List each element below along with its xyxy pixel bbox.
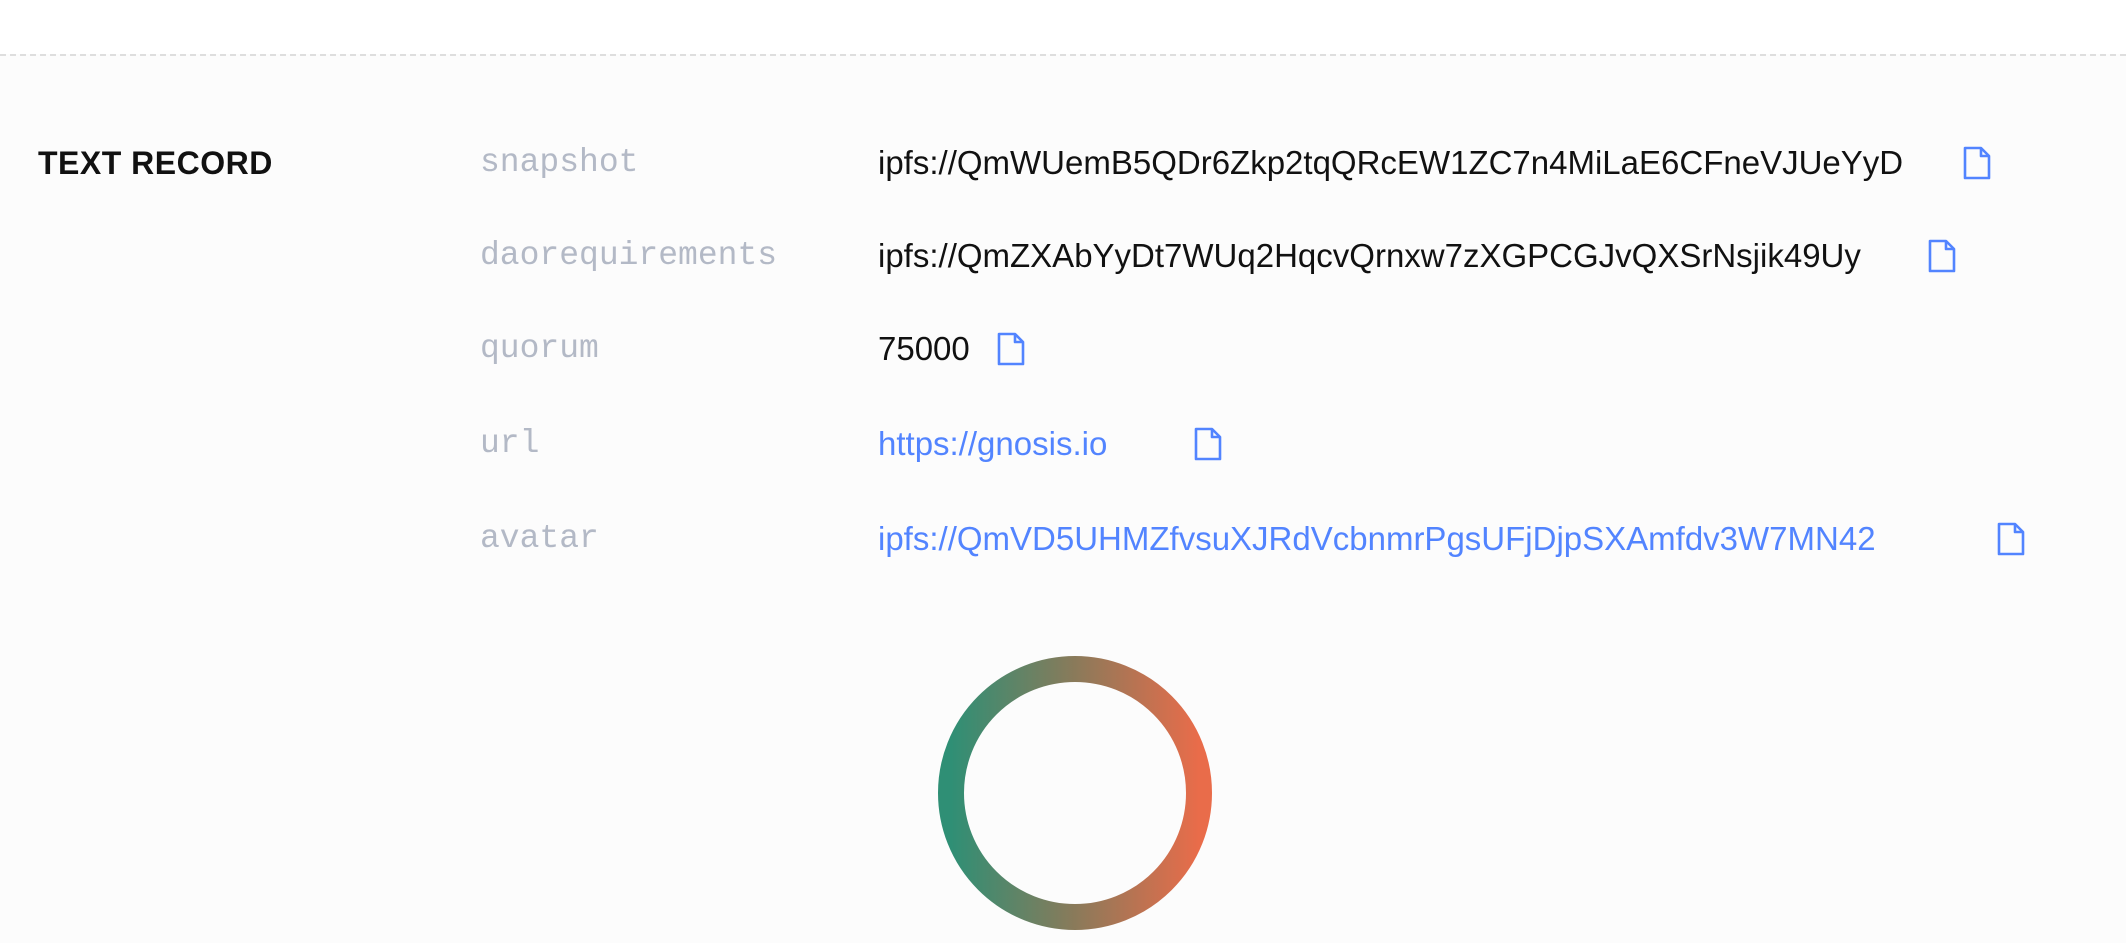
record-row-quorum: quorum 75000 [0, 329, 2126, 389]
record-row-snapshot: snapshot ipfs://QmWUemB5QDr6Zkp2tqQRcEW1… [0, 143, 2126, 203]
record-row-daorequirements: daorequirements ipfs://QmZXAbYyDt7WUq2Hq… [0, 236, 2126, 296]
record-key-url: url [480, 425, 540, 462]
record-key-quorum: quorum [480, 330, 599, 367]
section-divider [0, 54, 2126, 56]
loading-spinner [930, 648, 1220, 938]
record-row-url: url https://gnosis.io [0, 424, 2126, 484]
record-value-snapshot: ipfs://QmWUemB5QDr6Zkp2tqQRcEW1ZC7n4MiLa… [878, 144, 1904, 181]
record-row-avatar: avatar ipfs://QmVD5UHMZfvsuXJRdVcbnmrPgs… [0, 519, 2126, 579]
record-value-daorequirements: ipfs://QmZXAbYyDt7WUq2HqcvQrnxw7zXGPCGJv… [878, 237, 1861, 274]
record-value-quorum: 75000 [878, 330, 970, 367]
record-key-avatar: avatar [480, 520, 599, 557]
copy-icon[interactable] [1927, 239, 1957, 273]
record-key-snapshot: snapshot [480, 144, 639, 181]
copy-icon[interactable] [1193, 427, 1223, 461]
record-value-avatar-link[interactable]: ipfs://QmVD5UHMZfvsuXJRdVcbnmrPgsUFjDjpS… [878, 519, 1876, 559]
copy-icon[interactable] [1962, 146, 1992, 180]
copy-icon[interactable] [1996, 522, 2026, 556]
record-value-url-link[interactable]: https://gnosis.io [878, 424, 1107, 464]
top-band [0, 0, 2126, 54]
copy-icon[interactable] [996, 332, 1026, 366]
record-key-daorequirements: daorequirements [480, 237, 778, 274]
